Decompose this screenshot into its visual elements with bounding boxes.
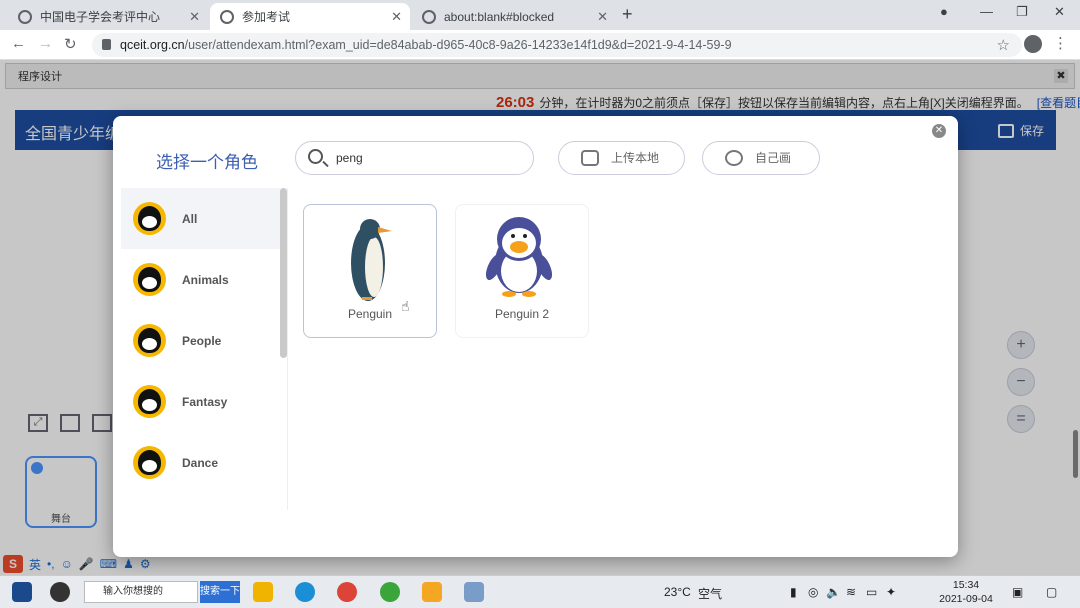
category-label: Fantasy	[182, 394, 228, 409]
paint-label: 自己画	[755, 151, 792, 165]
tray-app-icon[interactable]: ▭	[866, 585, 877, 599]
divider	[287, 188, 288, 510]
clock-date: 2021-09-04	[939, 593, 993, 605]
taskbar-search-input[interactable]: 输入你想搜的	[84, 581, 198, 603]
new-tab-icon[interactable]: +	[622, 4, 633, 25]
category-people[interactable]: People	[121, 310, 281, 371]
tab-title: about:blank#blocked	[444, 9, 555, 24]
close-tab-icon[interactable]: ✕	[597, 9, 608, 25]
bookmark-star-icon[interactable]: ☆	[997, 36, 1010, 54]
windows-start-icon[interactable]	[12, 582, 32, 602]
category-fantasy[interactable]: Fantasy	[121, 371, 281, 432]
globe-icon	[18, 9, 32, 24]
edge-icon[interactable]	[295, 582, 315, 602]
category-label: Animals	[182, 272, 229, 287]
taskbar-search-button[interactable]: 搜索一下	[200, 581, 240, 603]
sprite-card-penguin[interactable]: Penguin	[303, 204, 437, 338]
notification-icon[interactable]: ▣	[1012, 585, 1023, 599]
sprite-card-penguin-2[interactable]: Penguin 2	[455, 204, 589, 338]
minimize-icon[interactable]: —	[980, 4, 993, 19]
chrome-icon[interactable]	[337, 582, 357, 602]
lock-icon	[102, 39, 111, 50]
upload-icon	[581, 150, 599, 166]
menu-kebab-icon[interactable]: ⋮	[1053, 34, 1068, 52]
account-icon[interactable]	[1024, 35, 1042, 53]
profile-menu-icon[interactable]: ●	[940, 4, 948, 19]
modal-close-icon[interactable]: ✕	[932, 124, 946, 138]
modal-title: 选择一个角色	[156, 153, 258, 172]
category-dance[interactable]: Dance	[121, 432, 281, 493]
security-icon[interactable]: ✦	[886, 585, 896, 599]
file-explorer-icon[interactable]	[253, 582, 273, 602]
weather-status[interactable]: 空气	[698, 585, 722, 602]
search-icon	[308, 149, 323, 164]
tab-about-blank[interactable]: about:blank#blocked ✕	[412, 3, 616, 30]
globe-icon	[220, 9, 234, 24]
upload-local-button[interactable]: 上传本地	[558, 141, 685, 175]
tab-attend-exam[interactable]: 参加考试 ✕	[210, 3, 410, 30]
url-host: qceit.org.cn	[120, 38, 185, 52]
volume-icon[interactable]: 🔈	[826, 585, 841, 599]
battery-icon[interactable]: ▮	[790, 585, 797, 599]
sticky-app-icon[interactable]	[422, 582, 442, 602]
system-clock[interactable]: 15:34 2021-09-04	[936, 578, 996, 606]
close-window-icon[interactable]: ✕	[1054, 4, 1065, 20]
clock-time: 15:34	[952, 579, 980, 591]
paint-button[interactable]: 自己画	[702, 141, 820, 175]
search-placeholder: 输入你想搜的	[103, 586, 163, 597]
category-label: Dance	[182, 455, 219, 470]
weather-temperature[interactable]: 23°C	[664, 585, 691, 599]
restore-icon[interactable]: ❐	[1016, 4, 1028, 20]
sprite-library-modal: 选择一个角色 peng 上传本地 自己画 ✕ All Animals Peopl…	[113, 116, 958, 557]
wifi-icon[interactable]: ≋	[846, 585, 856, 599]
back-icon[interactable]: ←	[11, 35, 26, 52]
reload-icon[interactable]: ↻	[64, 35, 77, 53]
app-icon[interactable]	[50, 582, 70, 602]
ie-browser-icon[interactable]	[380, 582, 400, 602]
category-list: All Animals People Fantasy Dance	[121, 188, 281, 510]
url-path: /user/attendexam.html?exam_uid=de84abab-…	[184, 38, 732, 52]
forward-icon[interactable]: →	[38, 35, 53, 52]
paint-brush-icon	[725, 150, 743, 166]
address-bar: ← → ↻ qceit.org.cn/user/attendexam.html?…	[0, 30, 1080, 60]
windows-taskbar: 输入你想搜的 搜索一下 23°C 空气 ▮ ◎ 🔈 ≋ ▭ ✦ 15:34 20…	[0, 575, 1080, 608]
penguin-icon	[133, 263, 166, 296]
action-center-icon[interactable]: ▢	[1046, 585, 1057, 599]
search-value: peng	[336, 151, 363, 165]
penguin-icon	[133, 446, 166, 479]
globe-icon	[422, 9, 436, 24]
category-scrollbar[interactable]	[280, 188, 287, 358]
category-label: All	[182, 211, 198, 226]
category-all[interactable]: All	[121, 188, 281, 249]
category-label: People	[182, 333, 222, 348]
network-icon[interactable]: ◎	[808, 585, 818, 599]
sprite-name: Penguin 2	[494, 307, 550, 321]
penguin-icon	[133, 324, 166, 357]
sprite-search-input[interactable]: peng	[295, 141, 534, 175]
tab-exam-center[interactable]: 中国电子学会考评中心 ✕	[8, 3, 208, 30]
tab-title: 中国电子学会考评中心	[40, 10, 161, 24]
url-field[interactable]: qceit.org.cn/user/attendexam.html?exam_u…	[92, 33, 1022, 57]
penguin-icon	[133, 385, 166, 418]
penguin-icon	[133, 202, 166, 235]
close-tab-icon[interactable]: ✕	[391, 9, 402, 25]
hand-cursor-icon: ☝	[401, 298, 410, 314]
browser-tab-strip: 中国电子学会考评中心 ✕ 参加考试 ✕ about:blank#blocked …	[0, 0, 1080, 30]
close-tab-icon[interactable]: ✕	[189, 9, 200, 25]
tab-title: 参加考试	[242, 10, 291, 24]
sprite-name: Penguin	[347, 307, 393, 321]
upload-label: 上传本地	[611, 151, 660, 165]
paint-app-icon[interactable]	[464, 582, 484, 602]
category-animals[interactable]: Animals	[121, 249, 281, 310]
